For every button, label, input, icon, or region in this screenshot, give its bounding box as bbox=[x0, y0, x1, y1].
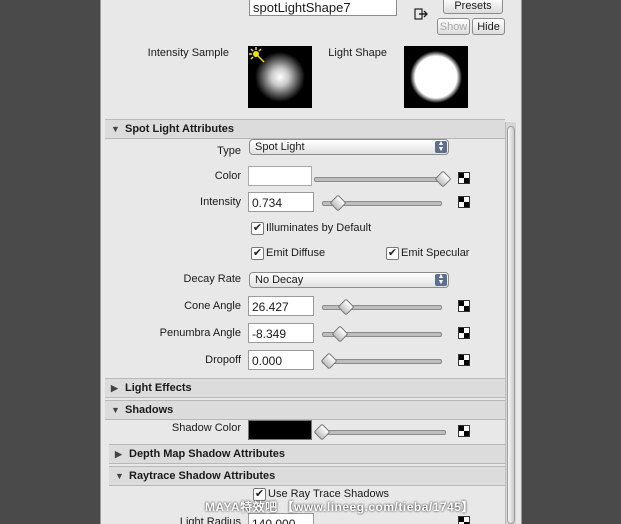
light-shape-image bbox=[404, 46, 468, 108]
hide-button[interactable]: Hide bbox=[472, 18, 505, 35]
penumbra-angle-label: Penumbra Angle bbox=[159, 327, 241, 339]
color-slider-thumb[interactable] bbox=[434, 170, 452, 188]
raytrace-shadow-attributes-header[interactable]: ▼ Raytrace Shadow Attributes bbox=[109, 466, 505, 486]
illuminates-by-default-label: Illuminates by Default bbox=[266, 222, 372, 234]
cone-angle-field[interactable]: 26.427 bbox=[248, 296, 314, 316]
intensity-map-button[interactable] bbox=[458, 196, 470, 208]
shape-name-field[interactable]: spotLightShape7 bbox=[249, 0, 397, 16]
cone-angle-map-button[interactable] bbox=[458, 300, 470, 312]
cone-angle-label: Cone Angle bbox=[184, 300, 241, 312]
focus-icon[interactable] bbox=[414, 8, 428, 20]
dropdown-arrows-icon: ▲ ▼ bbox=[435, 140, 447, 153]
depth-map-shadow-attributes-header[interactable]: ▶ Depth Map Shadow Attributes bbox=[109, 444, 505, 464]
intensity-slider-thumb[interactable] bbox=[329, 194, 347, 212]
color-slider-track[interactable] bbox=[314, 177, 446, 182]
spot-light-attributes-header[interactable]: ▼ Spot Light Attributes bbox=[105, 119, 505, 139]
penumbra-angle-slider-thumb[interactable] bbox=[331, 325, 349, 343]
vertical-scrollbar[interactable] bbox=[505, 122, 516, 524]
intensity-label: Intensity bbox=[200, 196, 241, 208]
dropoff-label: Dropoff bbox=[205, 354, 241, 366]
shadows-header[interactable]: ▼ Shadows bbox=[105, 400, 505, 420]
emit-specular-label: Emit Specular bbox=[401, 247, 470, 259]
penumbra-angle-map-button[interactable] bbox=[458, 327, 470, 339]
shadow-color-slider-thumb[interactable] bbox=[313, 423, 331, 441]
dropoff-slider-thumb[interactable] bbox=[320, 352, 338, 370]
emit-diffuse-checkbox[interactable]: ✔ bbox=[251, 247, 264, 260]
expanded-triangle-icon: ▼ bbox=[111, 124, 120, 134]
intensity-sample-label: Intensity Sample bbox=[147, 47, 229, 59]
scrollbar-thumb[interactable] bbox=[507, 126, 515, 524]
light-effects-header[interactable]: ▶ Light Effects bbox=[105, 378, 505, 398]
watermark-text: MAYA特效吧 【www.lineeg.com/tieba/1745】 bbox=[205, 500, 474, 514]
light-shape-label: Light Shape bbox=[328, 47, 387, 59]
color-map-button[interactable] bbox=[458, 172, 470, 184]
presets-button[interactable]: Presets bbox=[443, 0, 503, 14]
type-dropdown[interactable]: Spot Light ▲ ▼ bbox=[249, 139, 449, 155]
collapsed-triangle-icon: ▶ bbox=[115, 449, 122, 459]
decay-rate-dropdown[interactable]: No Decay ▲ ▼ bbox=[249, 272, 449, 288]
emit-diffuse-label: Emit Diffuse bbox=[266, 247, 326, 259]
shadow-color-swatch[interactable] bbox=[248, 420, 312, 440]
emit-specular-checkbox[interactable]: ✔ bbox=[386, 247, 399, 260]
intensity-field[interactable]: 0.734 bbox=[248, 192, 314, 212]
illuminates-by-default-checkbox[interactable]: ✔ bbox=[251, 222, 264, 235]
light-radius-map-button[interactable] bbox=[458, 516, 470, 524]
expanded-triangle-icon: ▼ bbox=[115, 471, 124, 481]
cone-angle-slider-thumb[interactable] bbox=[337, 298, 355, 316]
light-radius-label: Light Radius bbox=[179, 516, 241, 524]
intensity-sample-image bbox=[248, 46, 312, 108]
color-label: Color bbox=[214, 170, 241, 182]
type-label: Type bbox=[217, 145, 241, 157]
expanded-triangle-icon: ▼ bbox=[111, 405, 120, 415]
dropoff-map-button[interactable] bbox=[458, 354, 470, 366]
decay-rate-label: Decay Rate bbox=[183, 273, 241, 285]
collapsed-triangle-icon: ▶ bbox=[111, 383, 118, 393]
show-button[interactable]: Show bbox=[437, 18, 470, 35]
dropoff-field[interactable]: 0.000 bbox=[248, 350, 314, 370]
penumbra-angle-field[interactable]: -8.349 bbox=[248, 323, 314, 343]
dropdown-arrows-icon: ▲ ▼ bbox=[435, 273, 447, 286]
shadow-color-slider-track[interactable] bbox=[316, 430, 446, 435]
color-swatch[interactable] bbox=[248, 166, 312, 186]
shadow-color-map-button[interactable] bbox=[458, 425, 470, 437]
attribute-editor-panel: spotLightShape7 Presets Show Hide Intens… bbox=[100, 0, 522, 524]
dropoff-slider-track[interactable] bbox=[322, 359, 442, 364]
shadow-color-label: Shadow Color bbox=[171, 422, 241, 434]
